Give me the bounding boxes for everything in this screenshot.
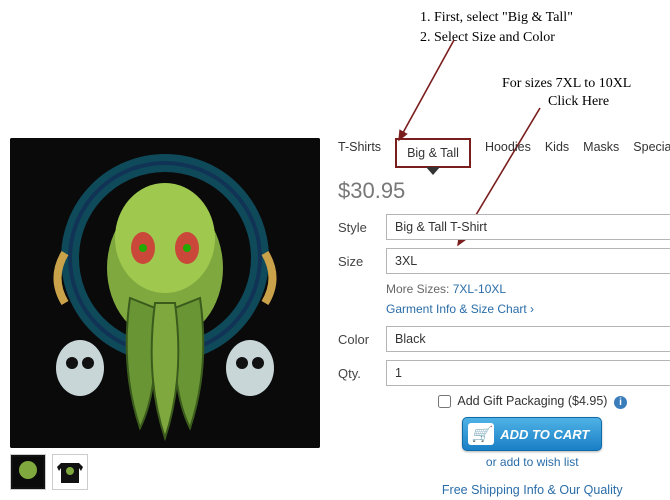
tab-specialty[interactable]: Specialty bbox=[633, 138, 670, 168]
annotation-extra1: For sizes 7XL to 10XL bbox=[502, 76, 631, 92]
thumbnail-row bbox=[10, 454, 320, 490]
shipping-info-link[interactable]: Free Shipping Info & Our Quality bbox=[338, 483, 670, 497]
tab-masks[interactable]: Masks bbox=[583, 138, 619, 168]
size-select[interactable]: 3XL bbox=[386, 248, 670, 274]
category-tabs: T-Shirts Big & Tall Hoodies Kids Masks S… bbox=[338, 138, 670, 168]
color-value: Black bbox=[395, 332, 426, 346]
more-sizes-value: 7XL-10XL bbox=[453, 282, 506, 296]
annotation-extra2: Click Here bbox=[548, 94, 609, 110]
label-size: Size bbox=[338, 254, 386, 269]
color-select[interactable]: Black bbox=[386, 326, 670, 352]
gift-packaging-row: Add Gift Packaging ($4.95) i bbox=[338, 394, 670, 409]
more-sizes-link[interactable]: More Sizes: 7XL-10XL bbox=[386, 282, 670, 296]
annotation-step2: 2. Select Size and Color bbox=[420, 30, 555, 46]
thumbnail-2[interactable] bbox=[52, 454, 88, 490]
size-value: 3XL bbox=[395, 254, 417, 268]
gift-label: Add Gift Packaging bbox=[457, 394, 564, 408]
more-sizes-label: More Sizes: bbox=[386, 282, 449, 296]
qty-select[interactable]: 1 bbox=[386, 360, 670, 386]
style-select[interactable]: Big & Tall T-Shirt bbox=[386, 214, 670, 240]
add-to-cart-button[interactable]: 🛒 ADD TO CART bbox=[462, 417, 602, 451]
tab-big-and-tall[interactable]: Big & Tall bbox=[395, 138, 471, 168]
product-options-panel: T-Shirts Big & Tall Hoodies Kids Masks S… bbox=[320, 138, 670, 497]
add-to-wishlist-link[interactable]: or add to wish list bbox=[338, 455, 670, 469]
label-qty: Qty. bbox=[338, 366, 386, 381]
add-to-cart-label: ADD TO CART bbox=[500, 427, 589, 442]
label-style: Style bbox=[338, 220, 386, 235]
thumbnail-1[interactable] bbox=[10, 454, 46, 490]
label-color: Color bbox=[338, 332, 386, 347]
product-artwork bbox=[10, 138, 320, 448]
garment-info-link[interactable]: Garment Info & Size Chart › bbox=[386, 302, 670, 316]
product-image-column bbox=[10, 138, 320, 497]
style-value: Big & Tall T-Shirt bbox=[395, 220, 487, 234]
cart-icon: 🛒 bbox=[468, 423, 494, 445]
qty-value: 1 bbox=[395, 366, 402, 380]
tab-kids[interactable]: Kids bbox=[545, 138, 569, 168]
tab-hoodies[interactable]: Hoodies bbox=[485, 138, 531, 168]
info-icon[interactable]: i bbox=[614, 396, 627, 409]
product-main-image[interactable] bbox=[10, 138, 320, 448]
tab-tshirts[interactable]: T-Shirts bbox=[338, 138, 381, 168]
product-price: $30.95 bbox=[338, 178, 670, 204]
gift-price: ($4.95) bbox=[568, 394, 608, 408]
gift-checkbox[interactable] bbox=[438, 395, 451, 408]
annotation-step1: 1. First, select "Big & Tall" bbox=[420, 10, 573, 26]
